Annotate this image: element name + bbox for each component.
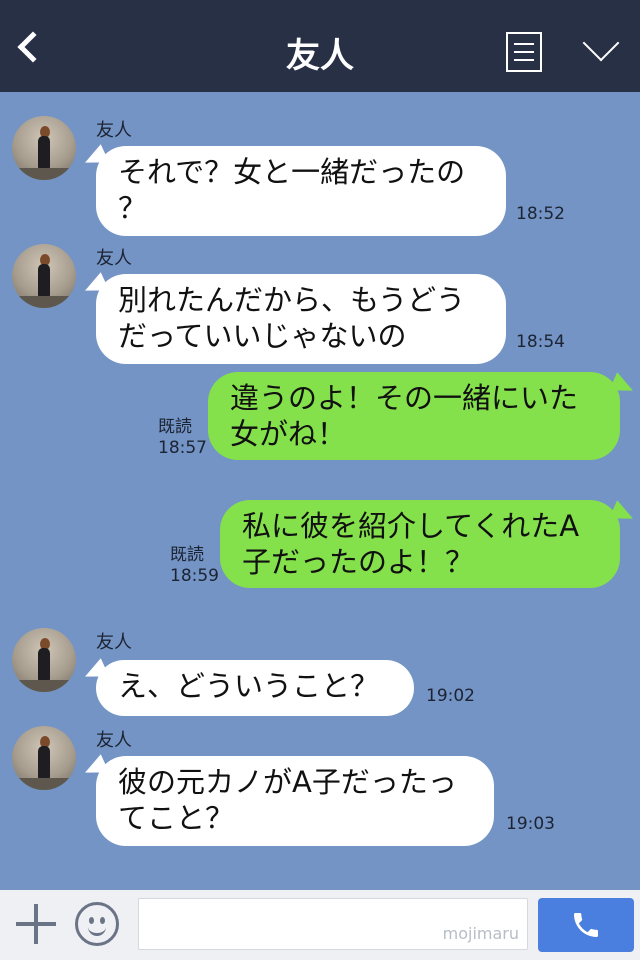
message-time: 18:52 — [516, 204, 565, 224]
notes-icon[interactable] — [506, 32, 542, 72]
call-button[interactable] — [538, 898, 634, 952]
message-incoming: 友人 え、どういうこと？ 19:02 — [0, 624, 640, 720]
read-receipt: 既読 — [170, 545, 204, 565]
plus-icon[interactable] — [16, 904, 56, 944]
message-bubble[interactable]: それで？女と一緒だったの ？ — [96, 146, 506, 236]
chat-title: 友人 — [286, 36, 354, 76]
watermark: mojimaru — [442, 924, 519, 943]
avatar[interactable] — [12, 726, 76, 790]
message-time: 18:57 — [158, 438, 207, 458]
message-time: 19:02 — [426, 686, 475, 706]
avatar[interactable] — [12, 628, 76, 692]
message-outgoing: 既読 18:57 違うのよ！その一緒にいた 女がね！ — [0, 370, 640, 462]
read-receipt: 既読 — [158, 417, 192, 437]
message-outgoing: 既読 18:59 私に彼を紹介してくれたA 子だったのよ！？ — [0, 498, 640, 590]
message-incoming: 友人 別れたんだから、もうどう だっていいじゃないの 18:54 — [0, 240, 640, 366]
avatar[interactable] — [12, 116, 76, 180]
message-incoming: 友人 それで？女と一緒だったの ？ 18:52 — [0, 112, 640, 238]
message-incoming: 友人 彼の元カノがA子だったっ てこと？ 19:03 — [0, 722, 640, 848]
avatar[interactable] — [12, 244, 76, 308]
sender-name: 友人 — [96, 120, 132, 141]
input-bar: mojimaru — [0, 890, 640, 960]
message-bubble[interactable]: 彼の元カノがA子だったっ てこと？ — [96, 756, 494, 846]
message-bubble[interactable]: え、どういうこと？ — [96, 660, 414, 716]
message-time: 18:59 — [170, 566, 219, 586]
message-bubble[interactable]: 私に彼を紹介してくれたA 子だったのよ！？ — [220, 500, 620, 588]
sender-name: 友人 — [96, 730, 132, 751]
sender-name: 友人 — [96, 632, 132, 653]
message-time: 19:03 — [506, 814, 555, 834]
sender-name: 友人 — [96, 248, 132, 269]
message-bubble[interactable]: 別れたんだから、もうどう だっていいじゃないの — [96, 274, 506, 364]
message-time: 18:54 — [516, 332, 565, 352]
message-bubble[interactable]: 違うのよ！その一緒にいた 女がね！ — [208, 372, 620, 460]
smiley-icon[interactable] — [75, 902, 119, 946]
phone-icon — [574, 913, 598, 937]
chat-header: 友人 — [0, 0, 640, 92]
message-input[interactable]: mojimaru — [138, 898, 528, 950]
